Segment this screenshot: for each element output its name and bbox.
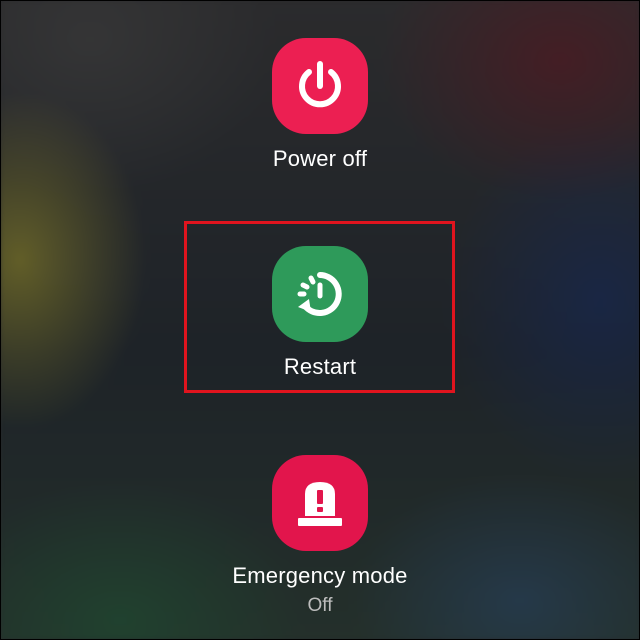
power-off-option[interactable]: Power off [0, 38, 640, 172]
power-icon [299, 61, 341, 108]
emergency-mode-label: Emergency mode [232, 563, 408, 588]
emergency-beacon-icon [298, 482, 342, 526]
emergency-mode-status: Off [307, 595, 333, 616]
restart-highlight-box [184, 221, 455, 393]
power-off-button[interactable] [272, 38, 368, 134]
power-off-label: Power off [272, 146, 368, 171]
emergency-mode-button[interactable] [272, 455, 368, 551]
emergency-mode-option[interactable]: Emergency mode Off [0, 455, 640, 617]
